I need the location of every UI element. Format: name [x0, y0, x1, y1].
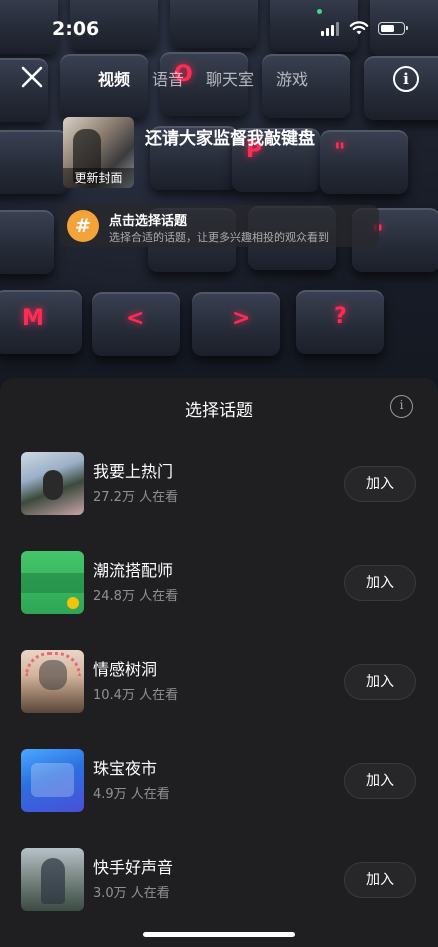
sheet-title: 选择话题 — [185, 401, 253, 421]
keyboard-key: ? — [296, 290, 384, 354]
key-glyph: < — [126, 306, 145, 331]
keyboard-key: > — [192, 292, 280, 356]
home-indicator[interactable] — [143, 932, 295, 937]
tab-video[interactable]: 视频 — [98, 66, 130, 90]
join-button[interactable]: 加入 — [344, 466, 416, 502]
key-glyph: " — [334, 140, 346, 165]
join-button[interactable]: 加入 — [344, 763, 416, 799]
list-item: 快手好声音 3.0万 人在看 加入 — [0, 842, 438, 941]
topic-thumbnail — [21, 650, 84, 713]
keyboard-key: M — [0, 290, 82, 354]
hashtag-icon: # — [67, 210, 99, 242]
key-glyph: M — [22, 306, 44, 331]
topic-name: 情感树洞 — [93, 660, 158, 679]
status-bar: 2:06 — [0, 0, 438, 56]
select-topic-hint: 选择合适的话题，让更多兴趣相投的观众看到 — [109, 231, 329, 244]
list-item: 情感树洞 10.4万 人在看 加入 — [0, 644, 438, 743]
cellular-signal-icon — [321, 22, 339, 36]
select-topic-button[interactable]: # 点击选择话题 选择合适的话题，让更多兴趣相投的观众看到 — [59, 205, 379, 247]
join-button[interactable]: 加入 — [344, 664, 416, 700]
topic-viewers: 10.4万 人在看 — [93, 688, 179, 703]
cover-thumbnail[interactable]: 更新封面 — [63, 117, 134, 188]
topic-thumbnail — [21, 848, 84, 911]
topic-name: 快手好声音 — [93, 858, 174, 877]
list-item: 我要上热门 27.2万 人在看 加入 — [0, 446, 438, 545]
topic-name: 潮流搭配师 — [93, 561, 174, 580]
keyboard-key: < — [92, 292, 180, 356]
camera-indicator-icon — [317, 9, 322, 14]
key-glyph: ? — [334, 304, 347, 329]
topic-viewers: 27.2万 人在看 — [93, 490, 179, 505]
camera-preview: O P " " M < > ? — [0, 0, 438, 400]
list-item: 珠宝夜市 4.9万 人在看 加入 — [0, 743, 438, 842]
keyboard-key — [0, 130, 68, 194]
mode-tabs: 视频 语音 聊天室 游戏 — [98, 66, 330, 90]
keyboard-key — [0, 210, 54, 274]
tab-chatroom[interactable]: 聊天室 — [206, 66, 254, 90]
join-button[interactable]: 加入 — [344, 862, 416, 898]
wifi-icon — [349, 21, 369, 35]
topic-thumbnail — [21, 551, 84, 614]
topic-name: 我要上热门 — [93, 462, 174, 481]
topic-name: 珠宝夜市 — [93, 759, 158, 778]
post-caption[interactable]: 还请大家监督我敲键盘 — [145, 124, 315, 149]
topic-viewers: 3.0万 人在看 — [93, 886, 170, 901]
sheet-info-icon[interactable]: i — [390, 395, 413, 418]
topic-list: 我要上热门 27.2万 人在看 加入 潮流搭配师 24.8万 人在看 加入 情感… — [0, 446, 438, 941]
list-item: 潮流搭配师 24.8万 人在看 加入 — [0, 545, 438, 644]
close-icon[interactable] — [19, 64, 45, 90]
info-icon[interactable]: i — [393, 66, 419, 92]
tab-voice[interactable]: 语音 — [152, 66, 184, 90]
status-time: 2:06 — [52, 18, 100, 40]
join-button[interactable]: 加入 — [344, 565, 416, 601]
topic-viewers: 4.9万 人在看 — [93, 787, 170, 802]
topic-sheet: 选择话题 i 我要上热门 27.2万 人在看 加入 潮流搭配师 24.8万 人在… — [0, 378, 438, 947]
key-glyph: > — [232, 306, 251, 331]
select-topic-title: 点击选择话题 — [109, 214, 188, 229]
topic-viewers: 24.8万 人在看 — [93, 589, 179, 604]
topic-thumbnail — [21, 452, 84, 515]
topic-thumbnail — [21, 749, 84, 812]
tab-game[interactable]: 游戏 — [276, 66, 308, 90]
battery-icon — [378, 22, 408, 35]
update-cover-label: 更新封面 — [63, 168, 134, 188]
keyboard-key: " — [320, 130, 408, 194]
